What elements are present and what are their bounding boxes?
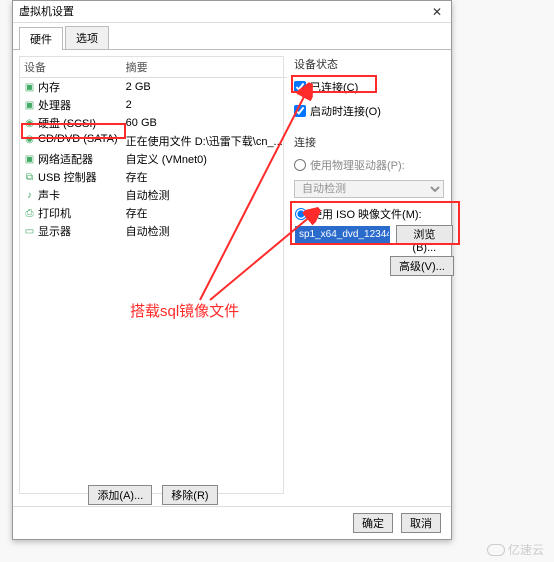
hw-row-net[interactable]: ▣网络适配器自定义 (VMnet0): [20, 150, 287, 168]
physical-drive-row: 使用物理驱动器(P):: [294, 156, 454, 174]
window-title: 虚拟机设置: [19, 1, 74, 23]
network-icon: ▣: [24, 154, 35, 165]
memory-icon: ▣: [24, 82, 35, 93]
tabbar: 硬件 选项: [13, 23, 451, 50]
iso-row: 使用 ISO 映像文件(M):: [295, 205, 453, 223]
col-summary: 摘要: [122, 57, 287, 78]
browse-button[interactable]: 浏览(B)...: [396, 225, 453, 245]
hw-row-printer[interactable]: ⎙打印机存在: [20, 204, 287, 222]
advanced-button[interactable]: 高级(V)...: [390, 256, 454, 276]
disk-icon: ◉: [24, 118, 35, 129]
col-device: 设备: [20, 57, 122, 78]
cddvd-icon: ◉: [24, 134, 35, 145]
hardware-list: 设备 摘要 ▣内存2 GB ▣处理器2 ◉硬盘 (SCSI)60 GB ◉CD/…: [19, 56, 284, 494]
connected-checkbox-row: 已连接(C): [294, 78, 454, 96]
remove-button[interactable]: 移除(R): [162, 485, 217, 505]
start-connected-label: 启动时连接(O): [310, 103, 381, 119]
usb-icon: ⧉: [24, 172, 35, 183]
hw-row-cpu[interactable]: ▣处理器2: [20, 96, 287, 114]
physical-drive-radio[interactable]: [294, 159, 306, 171]
cancel-button[interactable]: 取消: [401, 513, 441, 533]
sound-icon: ♪: [24, 190, 35, 201]
dialog-footer: 确定 取消: [13, 506, 451, 539]
tab-options[interactable]: 选项: [65, 26, 109, 49]
iso-path-field[interactable]: sp1_x64_dvd_1234495.iso: [295, 226, 390, 244]
device-status-label: 设备状态: [294, 56, 454, 72]
connected-label: 已连接(C): [310, 79, 358, 95]
close-icon[interactable]: ✕: [429, 1, 445, 23]
add-button[interactable]: 添加(A)...: [88, 485, 152, 505]
cpu-icon: ▣: [24, 100, 35, 111]
connection-label: 连接: [294, 134, 454, 150]
device-details: 设备状态 已连接(C) 启动时连接(O) 连接 使用物理驱动器(P): 自动检测: [284, 56, 454, 494]
hw-row-usb[interactable]: ⧉USB 控制器存在: [20, 168, 287, 186]
tab-hardware[interactable]: 硬件: [19, 27, 63, 50]
printer-icon: ⎙: [24, 208, 35, 219]
annotation-text: 搭载sql镜像文件: [130, 300, 239, 321]
watermark-icon: [487, 544, 505, 556]
physical-drive-select: 自动检测: [294, 180, 444, 198]
start-connected-row: 启动时连接(O): [294, 102, 454, 120]
physical-drive-label: 使用物理驱动器(P):: [310, 157, 405, 173]
start-connected-checkbox[interactable]: [294, 105, 306, 117]
hw-row-disk[interactable]: ◉硬盘 (SCSI)60 GB: [20, 114, 287, 132]
display-icon: ▭: [24, 226, 35, 237]
hw-row-display[interactable]: ▭显示器自动检测: [20, 222, 287, 240]
hw-row-memory[interactable]: ▣内存2 GB: [20, 78, 287, 97]
iso-label: 使用 ISO 映像文件(M):: [311, 206, 422, 222]
connected-checkbox[interactable]: [294, 81, 306, 93]
titlebar: 虚拟机设置 ✕: [13, 1, 451, 23]
ok-button[interactable]: 确定: [353, 513, 393, 533]
add-remove-bar: 添加(A)... 移除(R): [23, 485, 283, 505]
hw-row-sound[interactable]: ♪声卡自动检测: [20, 186, 287, 204]
watermark: 亿速云: [487, 541, 544, 558]
vm-settings-dialog: 虚拟机设置 ✕ 硬件 选项 设备 摘要 ▣内存2 GB ▣处理器2 ◉硬盘 (S…: [12, 0, 452, 540]
iso-radio[interactable]: [295, 208, 307, 220]
watermark-text: 亿速云: [508, 541, 544, 558]
hw-row-cddvd[interactable]: ◉CD/DVD (SATA)正在使用文件 D:\迅雷下载\cn_...: [20, 132, 287, 150]
